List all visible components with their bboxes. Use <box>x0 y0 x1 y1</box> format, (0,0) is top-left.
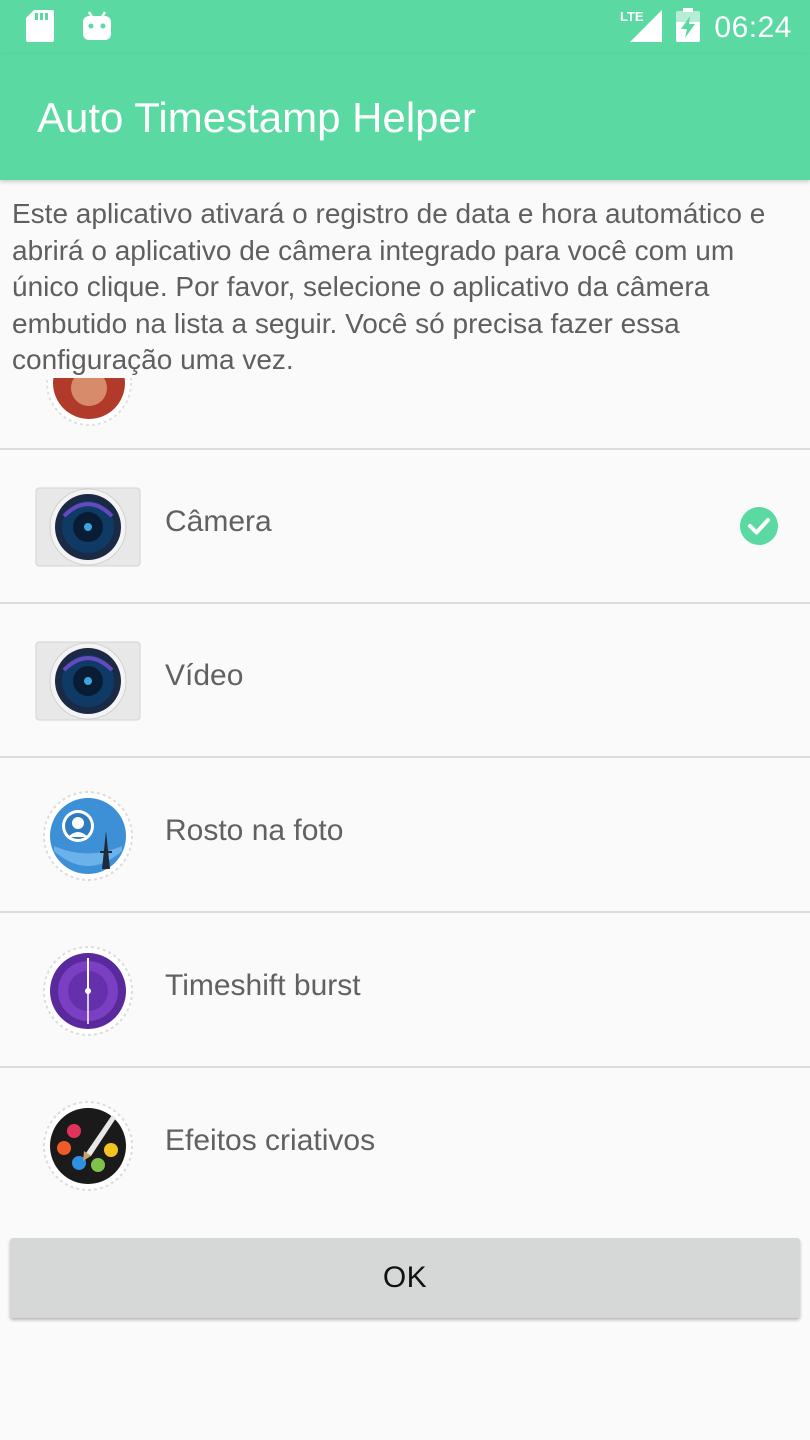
face-in-picture-icon <box>34 791 142 881</box>
app-label: Vídeo <box>165 659 244 692</box>
app-label: Timeshift burst <box>165 969 361 1002</box>
list-item-camera[interactable]: Câmera <box>0 450 810 604</box>
list-item-timeshift-burst[interactable]: Timeshift burst <box>0 914 810 1068</box>
svg-text:LTE: LTE <box>620 9 644 24</box>
list-item-video[interactable]: Vídeo <box>0 604 810 758</box>
battery-charging-icon <box>676 8 701 47</box>
creative-effects-icon <box>34 1101 142 1191</box>
video-lens-icon <box>34 636 142 726</box>
lte-signal-icon: LTE <box>620 8 663 47</box>
sd-card-icon <box>26 10 54 47</box>
clock-time: 06:24 <box>714 10 792 44</box>
app-label: Rosto na foto <box>165 814 344 847</box>
intro-description: Este aplicativo ativará o registro de da… <box>12 198 766 375</box>
app-title: Auto Timestamp Helper <box>37 94 476 141</box>
list-item-creative-effects[interactable]: Efeitos criativos <box>0 1069 810 1212</box>
app-label: Efeitos criativos <box>165 1124 376 1157</box>
list-item-face-in-picture[interactable]: Rosto na foto <box>0 759 810 913</box>
android-icon <box>82 10 112 47</box>
camera-lens-icon <box>34 482 142 572</box>
status-bar: LTE 06:24 <box>0 0 810 54</box>
timeshift-burst-icon <box>34 946 142 1036</box>
app-label: Câmera <box>165 505 272 538</box>
app-list[interactable]: Câmera Vídeo Rosto na foto Timeshift bur… <box>0 294 810 1212</box>
ok-button[interactable]: OK <box>10 1238 800 1318</box>
selected-check-icon <box>740 507 778 545</box>
app-bar: Auto Timestamp Helper <box>0 54 810 180</box>
